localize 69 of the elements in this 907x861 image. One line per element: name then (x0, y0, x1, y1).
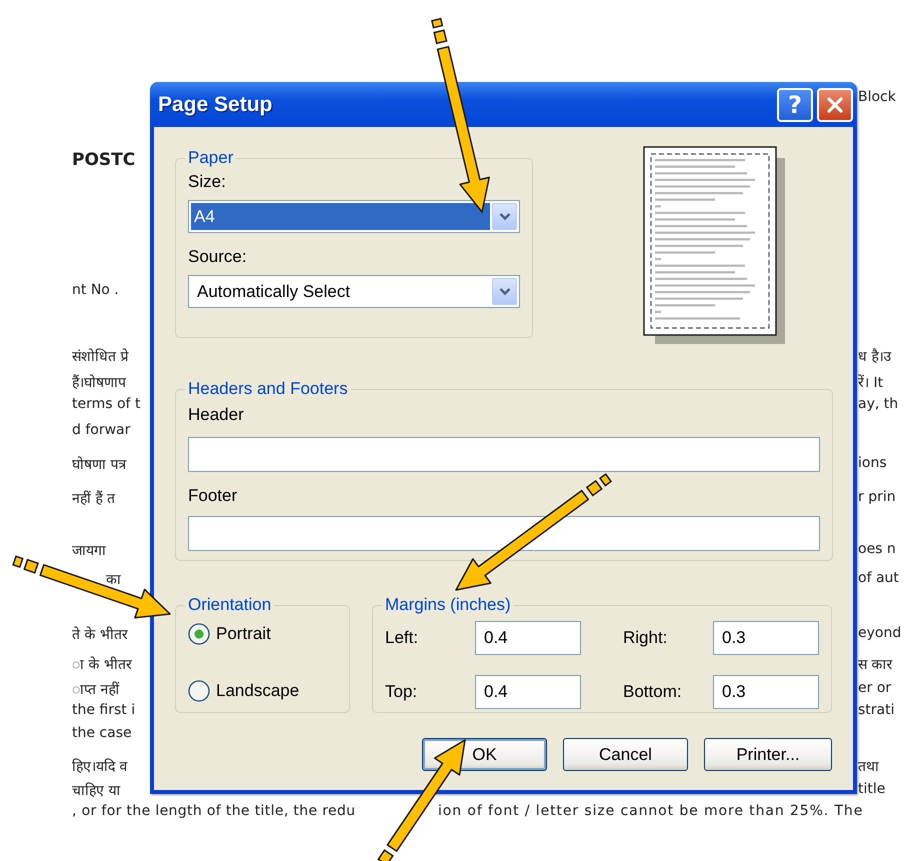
document-text: oes n (858, 541, 897, 557)
text-field[interactable] (188, 516, 820, 551)
document-text: स कार (858, 656, 894, 672)
radio-option[interactable]: Portrait (188, 623, 271, 645)
document-text: ions (858, 455, 888, 471)
group-title: Orientation (187, 595, 272, 615)
field-label: Source: (188, 247, 248, 267)
document-text: चाहिए या (72, 782, 122, 798)
document-text: Block (858, 89, 897, 105)
dialog-button[interactable]: Cancel (563, 738, 688, 771)
document-text: ा के भीतर (72, 656, 133, 672)
close-icon (826, 96, 844, 114)
document-text: the case (72, 725, 133, 741)
field-label: Right: (623, 628, 668, 648)
document-text: strati (858, 702, 896, 718)
field-label: Left: (385, 628, 420, 648)
document-text: तथा (858, 758, 880, 774)
dropdown-value: A4 (191, 203, 490, 230)
dropdown[interactable]: Automatically Select (188, 275, 520, 308)
window-title: Page Setup (158, 92, 274, 116)
document-text: ion of font / letter size cannot be more than 25%. The (438, 803, 864, 819)
document-text: ते के भीतर (72, 626, 129, 642)
group-title: Headers and Footers (187, 379, 349, 399)
chevron-down-icon (498, 287, 510, 296)
field-label: Footer (188, 486, 238, 506)
text-field[interactable]: 0.4 (475, 621, 581, 655)
document-text: nt No . (72, 282, 120, 298)
document-text: terms of t (72, 396, 142, 412)
document-text: नहीं हैं त (72, 490, 116, 506)
document-text: r prin (858, 489, 897, 505)
document-text: ay, th (858, 396, 900, 412)
document-text: घोषणा पत्र (72, 456, 128, 472)
dropdown-button[interactable] (492, 203, 517, 230)
document-text: , or for the length of the title, the redu (72, 803, 356, 819)
document-text: of aut (858, 570, 900, 586)
radio-option[interactable]: Landscape (188, 680, 300, 702)
close-button[interactable] (817, 88, 853, 122)
radio-button[interactable] (188, 680, 210, 702)
document-text: हिए।यदि व (72, 758, 128, 774)
document-text: जायगा (72, 542, 107, 558)
text-field[interactable]: 0.4 (475, 675, 581, 709)
dropdown[interactable]: A4 (188, 200, 520, 233)
radio-button[interactable] (188, 623, 210, 645)
chevron-down-icon (498, 212, 510, 221)
text-field[interactable]: 0.3 (713, 675, 819, 709)
document-text: d forwar (72, 422, 132, 438)
document-text: ध है।उ (858, 348, 892, 364)
document-text: रें। It (858, 374, 884, 390)
field-label: Bottom: (623, 682, 683, 702)
dropdown-button[interactable] (492, 278, 517, 305)
document-text: title (858, 781, 886, 797)
text-field[interactable] (188, 437, 820, 472)
group-title: Paper (187, 148, 234, 168)
document-text: er or (858, 680, 892, 696)
field-label: Top: (385, 682, 418, 702)
text-field[interactable]: 0.3 (713, 621, 819, 655)
field-label: Size: (188, 172, 227, 192)
dropdown-value: Automatically Select (196, 280, 352, 302)
help-button[interactable]: ? (777, 88, 813, 122)
group-title: Margins (inches) (384, 595, 512, 615)
document-text: हैं।घोषणाप (72, 374, 128, 390)
dialog-button[interactable]: Printer... (704, 738, 832, 771)
document-text: ाप्त नहीं (72, 680, 120, 698)
field-label: Header (188, 405, 245, 425)
document-heading: POSTC (72, 150, 136, 170)
document-text: eyond (858, 625, 902, 641)
document-text: संशोधित प्रे (72, 348, 130, 364)
document-text: का (105, 570, 122, 588)
document-text: the first i (72, 702, 136, 718)
